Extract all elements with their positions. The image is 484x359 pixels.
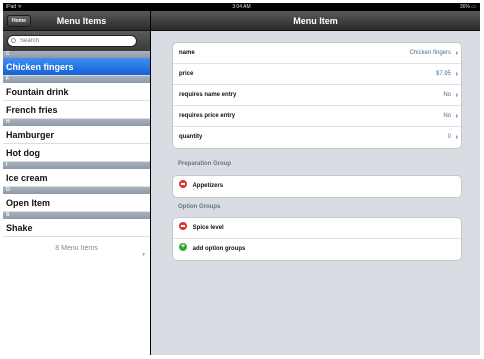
chevron-right-icon: › [455, 113, 458, 120]
field-value: No [443, 92, 451, 98]
section-header-h: H [3, 119, 150, 126]
left-nav-title: Menu Items [56, 16, 107, 26]
menu-items-list: C Chicken fingers F Fountain drink Frenc… [3, 51, 150, 258]
menu-items-count: 8 Menu Items [55, 245, 98, 252]
chevron-right-icon: › [455, 71, 458, 78]
field-value: Chicken fingers [409, 50, 451, 56]
list-item-french-fries[interactable]: French fries [3, 101, 150, 119]
home-button[interactable]: Home [7, 15, 31, 27]
add-option-groups-row[interactable]: + add option groups [173, 239, 461, 260]
list-item-fountain-drink[interactable]: Fountain drink [3, 83, 150, 101]
field-requires-name-entry[interactable]: requires name entry No › [173, 85, 461, 106]
right-navbar: Menu Item [151, 11, 480, 31]
field-label: requires name entry [179, 92, 237, 98]
status-time: 3:04 AM [232, 4, 251, 10]
ipad-screen: iPad ᯤ 3:04 AM 36% ▭ Home Menu Items C C… [3, 3, 480, 355]
option-group-name: Spice level [192, 225, 224, 231]
section-header-o: O [3, 187, 150, 194]
add-icon[interactable]: + [179, 243, 187, 252]
option-groups: Spice level + add option groups [172, 217, 462, 261]
field-value: $7.95 [435, 71, 451, 77]
field-value: No [443, 113, 451, 119]
search-input[interactable] [7, 35, 137, 47]
option-groups-label: Option Groups [178, 204, 221, 210]
preparation-group-name: Appetizers [192, 183, 224, 189]
field-label: name [179, 50, 195, 56]
field-label: price [179, 71, 194, 77]
fields-group: name Chicken fingers › price $7.95 › req… [172, 42, 462, 149]
left-navbar: Home Menu Items [3, 11, 150, 31]
scroll-down-icon: ▼ [141, 252, 146, 258]
preparation-group: Appetizers [172, 175, 462, 198]
chevron-right-icon: › [455, 50, 458, 57]
search-bar [3, 31, 150, 51]
section-header-c: C [3, 51, 150, 58]
field-name[interactable]: name Chicken fingers › [173, 43, 461, 64]
list-item-chicken-fingers[interactable]: Chicken fingers [3, 58, 150, 76]
preparation-group-label: Preparation Group [178, 161, 232, 167]
list-item-shake[interactable]: Shake [3, 219, 150, 237]
list-item-hot-dog[interactable]: Hot dog [3, 144, 150, 162]
list-item-open-item[interactable]: Open Item [3, 194, 150, 212]
section-header-i: I [3, 162, 150, 169]
field-quantity[interactable]: quantity 0 › [173, 127, 461, 148]
delete-icon[interactable] [179, 180, 187, 189]
field-price[interactable]: price $7.95 › [173, 64, 461, 85]
field-requires-price-entry[interactable]: requires price entry No › [173, 106, 461, 127]
chevron-right-icon: › [455, 134, 458, 141]
status-battery: 36% ▭ [459, 4, 476, 10]
status-bar: iPad ᯤ 3:04 AM 36% ▭ [3, 3, 480, 11]
field-label: quantity [179, 134, 203, 140]
field-value: 0 [447, 134, 451, 140]
menu-item-detail-pane: Menu Item name Chicken fingers › price $… [151, 11, 480, 355]
list-item-hamburger[interactable]: Hamburger [3, 126, 150, 144]
field-label: requires price entry [179, 113, 236, 119]
add-option-groups-label: add option groups [192, 246, 246, 252]
menu-items-pane: Home Menu Items C Chicken fingers F Foun… [3, 11, 150, 355]
chevron-right-icon: › [455, 92, 458, 99]
section-header-s: S [3, 212, 150, 219]
delete-icon[interactable] [179, 222, 187, 231]
section-header-f: F [3, 76, 150, 83]
right-nav-title: Menu Item [293, 16, 338, 26]
option-group-item[interactable]: Spice level [173, 218, 461, 239]
preparation-group-item[interactable]: Appetizers [173, 176, 461, 197]
list-item-ice-cream[interactable]: Ice cream [3, 169, 150, 187]
search-icon [11, 38, 16, 43]
